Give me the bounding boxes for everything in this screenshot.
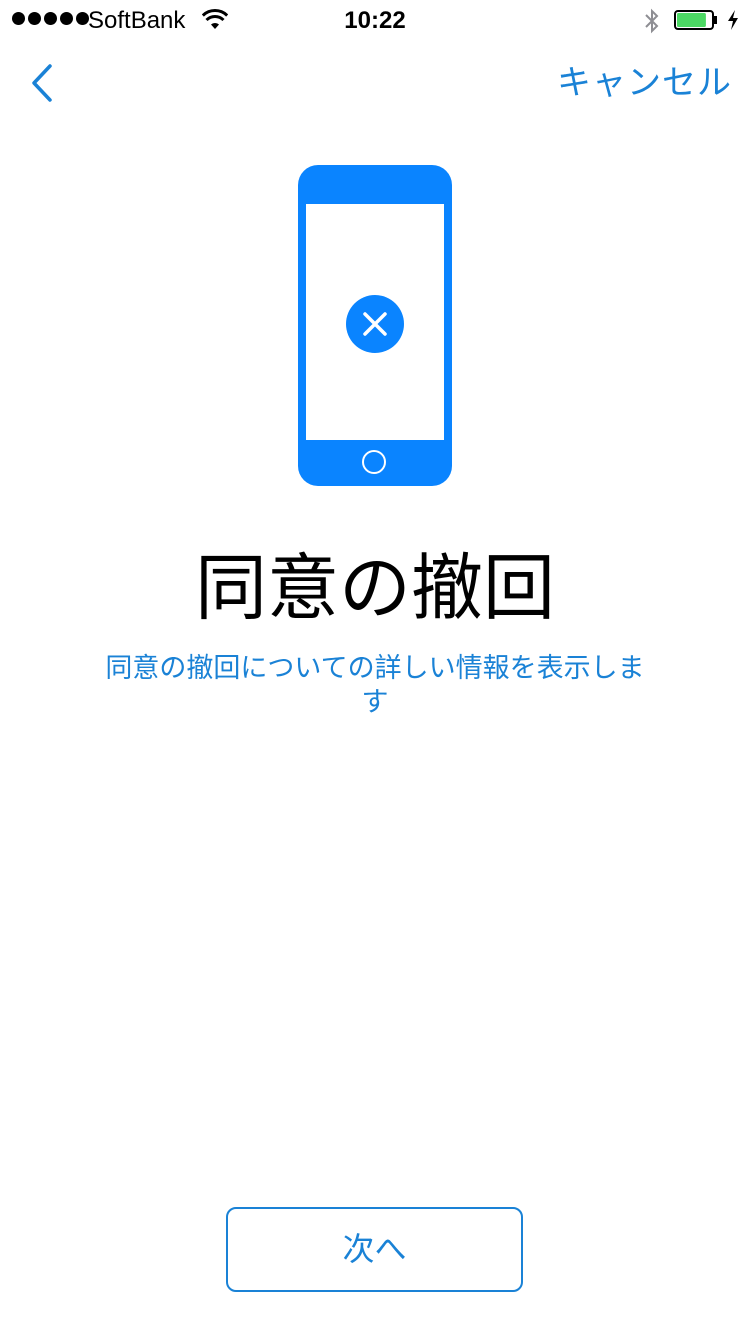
status-bar: SoftBank 10:22 bbox=[0, 0, 750, 40]
page-title: 同意の撤回 bbox=[194, 546, 555, 630]
charging-bolt-icon bbox=[728, 10, 738, 30]
info-link[interactable]: 同意の撤回についての詳しい情報を表示します bbox=[95, 652, 655, 720]
chevron-left-icon bbox=[32, 64, 52, 102]
status-time: 10:22 bbox=[344, 7, 406, 34]
phone-with-x-icon bbox=[298, 165, 452, 486]
back-button[interactable] bbox=[24, 60, 74, 106]
bluetooth-icon bbox=[645, 8, 659, 34]
next-button[interactable]: 次へ bbox=[226, 1207, 523, 1292]
screen: SoftBank 10:22 キャンセル 同意の撤回 同意の撤回についての詳しい… bbox=[0, 0, 750, 1334]
battery-icon bbox=[674, 10, 717, 30]
cancel-button[interactable]: キャンセル bbox=[557, 60, 732, 106]
